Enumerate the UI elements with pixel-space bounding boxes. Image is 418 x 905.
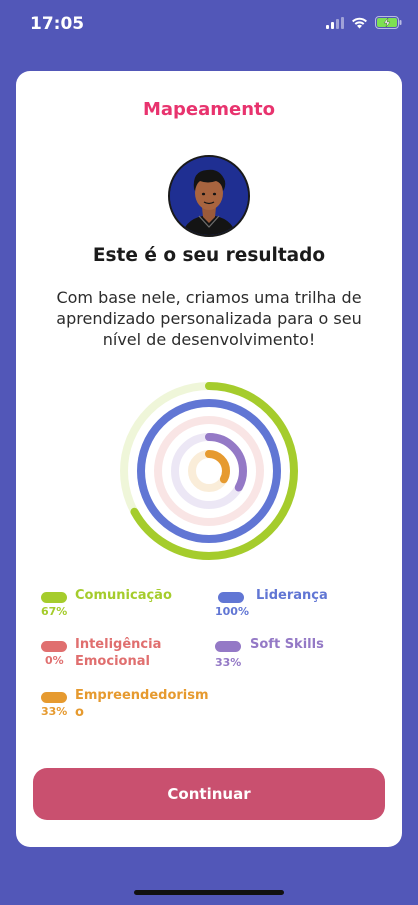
legend-pct-empreend: 33% bbox=[41, 705, 68, 718]
result-description: Com base nele, criamos uma trilha de apr… bbox=[56, 288, 362, 349]
legend-swatch-empreend bbox=[41, 692, 67, 703]
result-card: Mapeamento Este é o seu resultado Com ba… bbox=[16, 71, 402, 847]
wifi-icon bbox=[352, 17, 367, 28]
radial-progress-chart bbox=[120, 382, 298, 560]
person-icon bbox=[170, 157, 248, 235]
legend-label-empreend-line1: Empreendedorism bbox=[75, 688, 209, 703]
status-time: 17:05 bbox=[30, 14, 85, 34]
result-headline: Este é o seu resultado bbox=[92, 245, 326, 266]
avatar bbox=[168, 155, 250, 237]
home-indicator bbox=[134, 890, 284, 895]
status-bar: 17:05 bbox=[0, 0, 418, 52]
status-icons bbox=[326, 16, 402, 29]
page-title: Mapeamento bbox=[142, 99, 276, 120]
legend-label-lideranca: Liderança bbox=[256, 588, 328, 603]
legend-label-comunicacao: Comunicação bbox=[75, 588, 172, 603]
legend-pct-softskills: 33% bbox=[215, 656, 242, 669]
legend-pct-comunicacao: 67% bbox=[41, 605, 68, 618]
legend-label-inteligencia-line2: Emocional bbox=[75, 654, 150, 669]
legend-pct-inteligencia: 0% bbox=[45, 654, 64, 667]
legend-swatch-inteligencia bbox=[41, 641, 67, 652]
legend-swatch-softskills bbox=[215, 641, 241, 652]
legend-swatch-comunicacao bbox=[41, 592, 67, 603]
legend-label-empreend-line2: o bbox=[75, 705, 84, 720]
battery-charging-icon bbox=[375, 16, 402, 29]
legend-swatch-lideranca bbox=[218, 592, 244, 603]
signal-icon bbox=[326, 16, 344, 29]
legend-pct-lideranca: 100% bbox=[215, 605, 249, 618]
continue-button[interactable]: Continuar bbox=[33, 768, 385, 820]
legend-label-inteligencia-line1: Inteligência bbox=[75, 637, 162, 652]
legend-label-softskills: Soft Skills bbox=[250, 637, 324, 652]
